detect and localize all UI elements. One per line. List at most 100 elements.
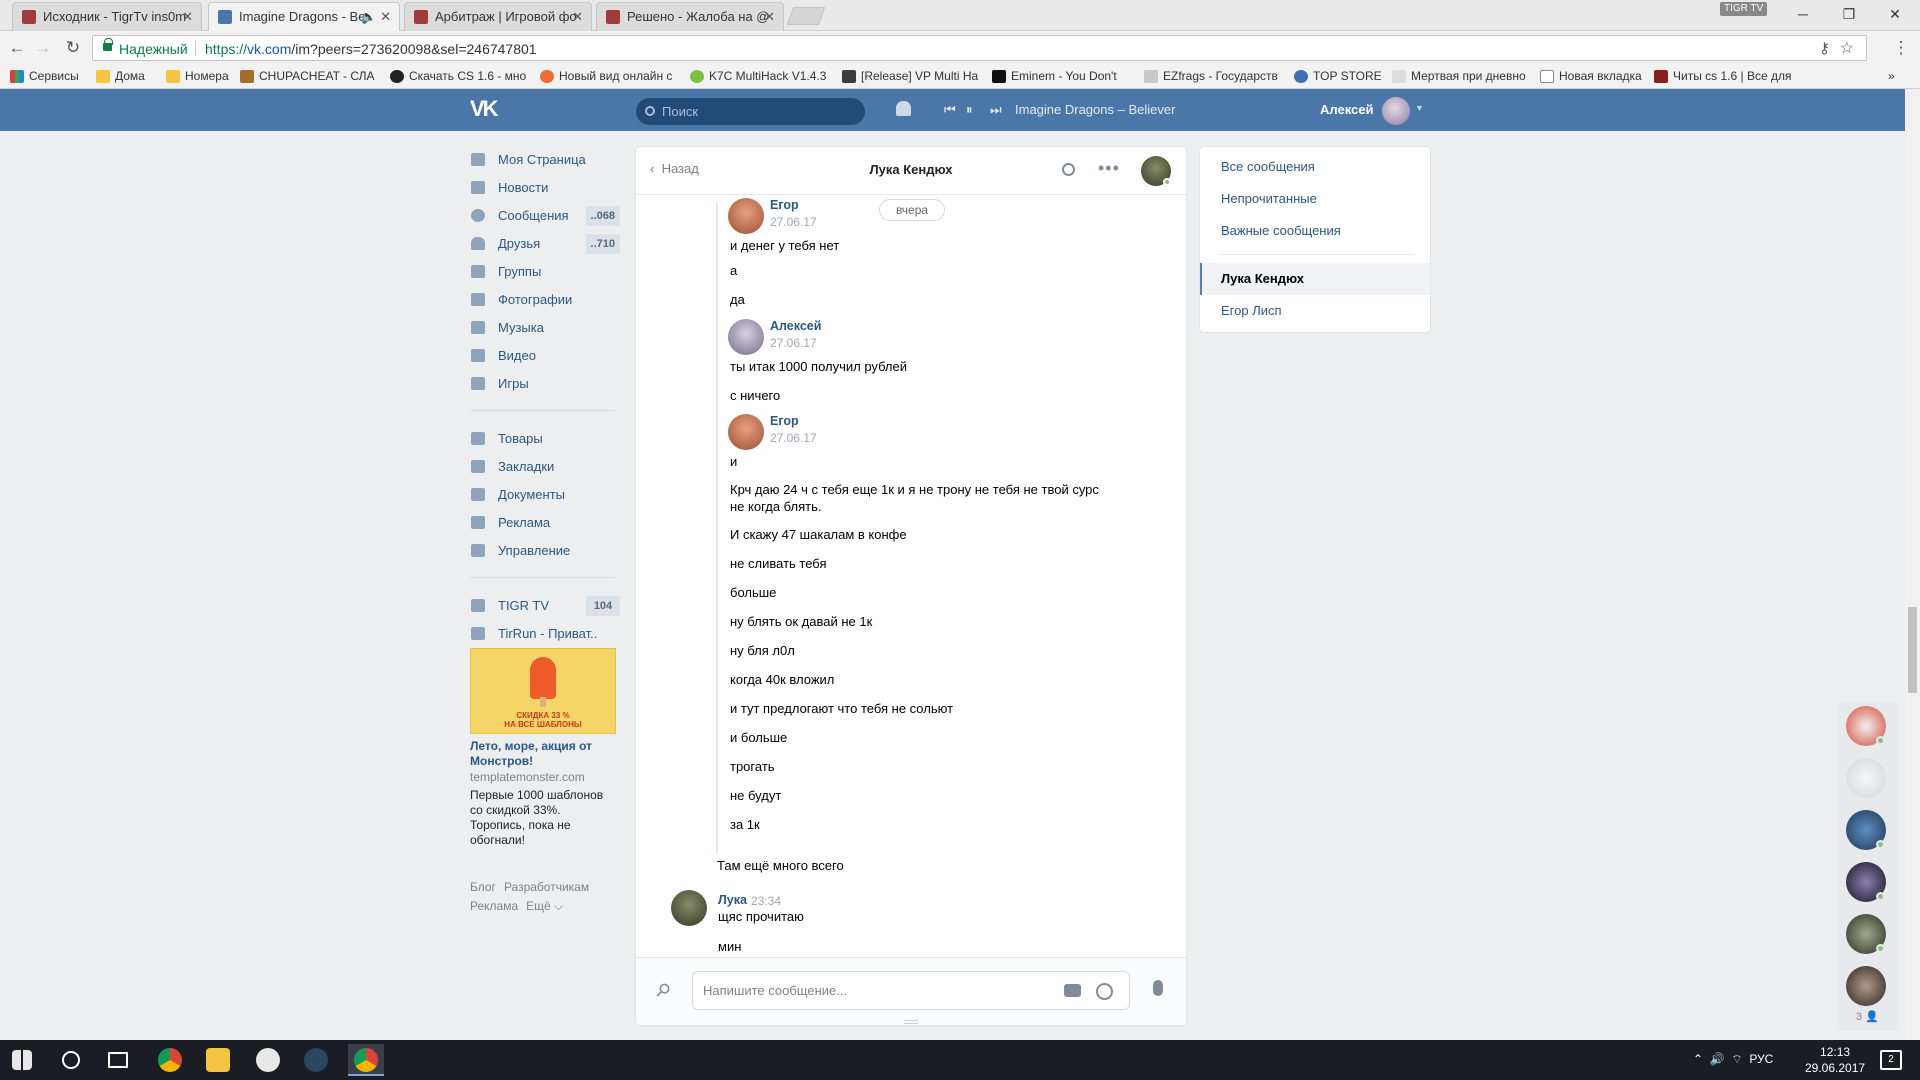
message-history[interactable]: Егор 27.06.17 вчера и денег у тебя нет а… (636, 195, 1186, 957)
bookmark[interactable]: Eminem - You Don't (992, 69, 1126, 83)
online-count[interactable]: 3 👤 (1856, 1010, 1879, 1023)
next-track-icon[interactable]: ⏭ (990, 102, 1002, 118)
wifi-icon[interactable]: ⌔ (1731, 1052, 1742, 1066)
bookmark[interactable]: TOP STORE (1294, 69, 1394, 83)
more-bookmarks-icon[interactable]: » (1888, 69, 1908, 83)
close-tab-icon[interactable]: ✕ (182, 3, 193, 30)
browser-tab[interactable]: Исходник - TigrTv ins0m ✕ (12, 2, 202, 31)
itunes-icon[interactable] (256, 1048, 280, 1072)
chrome-icon[interactable] (158, 1048, 182, 1072)
forward-arrow-icon[interactable]: → (32, 37, 54, 59)
footer-link-ads[interactable]: Реклама (470, 899, 518, 913)
bookmark[interactable]: Новый вид онлайн с (540, 69, 678, 83)
input-language[interactable]: РУС (1749, 1052, 1773, 1066)
browser-tab[interactable]: Решено - Жалоба на @ ✕ (596, 2, 784, 31)
menu-dots-icon[interactable]: ⋮ (1890, 37, 1912, 59)
nav-item-market[interactable]: Товары (470, 429, 620, 457)
minimize-button[interactable]: ─ (1780, 0, 1826, 30)
camera-icon[interactable] (1064, 984, 1081, 997)
nav-item-manage[interactable]: Управление (470, 541, 620, 569)
sender-avatar[interactable] (728, 198, 764, 234)
task-view-icon[interactable] (108, 1052, 128, 1068)
restore-button[interactable]: ❐ (1826, 0, 1872, 30)
dialog-item[interactable]: Егор Лисп (1200, 295, 1430, 327)
search-input[interactable] (662, 98, 862, 125)
bookmark[interactable]: Номера (166, 69, 238, 83)
scrollbar-thumb[interactable] (1908, 607, 1917, 693)
footer-link-developers[interactable]: Разработчикам (504, 880, 589, 894)
nav-item-games[interactable]: Игры (470, 374, 620, 402)
vk-logo[interactable]: VK (470, 98, 503, 120)
friend-avatar[interactable] (1846, 758, 1886, 798)
search-box[interactable] (636, 98, 865, 125)
nav-item-community[interactable]: TIGR TV 104 (470, 596, 620, 624)
microphone-icon[interactable] (1153, 980, 1163, 996)
emoji-icon[interactable] (1096, 983, 1113, 1000)
close-tab-icon[interactable]: ✕ (572, 3, 583, 30)
sender-avatar[interactable] (728, 319, 764, 355)
close-window-button[interactable]: ✕ (1872, 0, 1918, 30)
sender-avatar[interactable] (671, 890, 707, 926)
close-tab-icon[interactable]: ✕ (764, 3, 775, 30)
back-arrow-icon[interactable]: ← (6, 37, 28, 59)
sender-name[interactable]: Егор (770, 198, 799, 212)
user-avatar[interactable] (1382, 97, 1410, 125)
key-icon[interactable]: ⚷ (1819, 39, 1830, 57)
volume-icon[interactable]: 🔊 (1710, 1052, 1725, 1066)
friend-avatar[interactable] (1846, 966, 1886, 1006)
nav-item-messages[interactable]: Сообщения ..068 (470, 206, 620, 234)
nav-item-video[interactable]: Видео (470, 346, 620, 374)
nav-item-my-page[interactable]: Моя Страница (470, 150, 620, 178)
profile-badge[interactable]: TIGR TV (1720, 2, 1768, 16)
chevron-down-icon[interactable]: ▼ (1415, 103, 1424, 113)
nav-item-photos[interactable]: Фотографии (470, 290, 620, 318)
bookmark[interactable]: EZfrags - Государств (1144, 69, 1282, 83)
audio-playing-icon[interactable]: 🔈 (361, 3, 377, 30)
bookmark[interactable]: CHUPACHEAT - СЛА (240, 69, 378, 83)
message-input[interactable] (703, 972, 1043, 1009)
address-bar[interactable]: Надежный https://vk.com/im?peers=2736200… (92, 35, 1867, 61)
pause-icon[interactable]: ⏸ (966, 102, 973, 118)
nav-item-documents[interactable]: Документы (470, 485, 620, 513)
sender-avatar[interactable] (728, 414, 764, 450)
search-icon[interactable] (1062, 163, 1075, 176)
steam-icon[interactable] (304, 1048, 328, 1072)
close-tab-icon[interactable]: ✕ (380, 3, 391, 30)
bookmark[interactable]: K7C MultiHack V1.4.3 (690, 69, 828, 83)
bookmark[interactable]: Мертвая при дневно (1392, 69, 1526, 83)
clock[interactable]: 12:13 29.06.2017 (1805, 1044, 1865, 1076)
browser-tab[interactable]: Арбитраж | Игровой фо ✕ (404, 2, 592, 31)
previous-track-icon[interactable]: ⏮ (944, 102, 956, 118)
url-text[interactable]: https://vk.com/im?peers=273620098&sel=24… (205, 41, 537, 57)
more-dots-icon[interactable]: ••• (1098, 158, 1120, 179)
paperclip-icon[interactable]: ⚲ (651, 978, 674, 1002)
nav-item-bookmarks[interactable]: Закладки (470, 457, 620, 485)
browser-tab-active[interactable]: Imagine Dragons - Be 🔈 ✕ (208, 2, 400, 32)
footer-link-blog[interactable]: Блог (470, 880, 496, 894)
reload-icon[interactable]: ↻ (62, 37, 84, 59)
bookmark[interactable]: Новая вкладка (1540, 69, 1646, 83)
filter-important[interactable]: Важные сообщения (1200, 215, 1430, 247)
system-tray[interactable]: ⌃ 🔊 ⌔ РУС (1693, 1052, 1773, 1067)
nav-item-news[interactable]: Новости (470, 178, 620, 206)
bookmark-apps[interactable]: Сервисы (10, 69, 90, 83)
star-bookmark-icon[interactable]: ☆ (1840, 38, 1854, 58)
user-name[interactable]: Алексей (1320, 102, 1374, 117)
nav-item-music[interactable]: Музыка (470, 318, 620, 346)
new-tab-button[interactable] (786, 7, 826, 25)
nav-item-friends[interactable]: Друзья ..710 (470, 234, 620, 262)
file-explorer-icon[interactable] (206, 1048, 230, 1072)
sender-name[interactable]: Лука (718, 893, 747, 907)
bookmark[interactable]: Читы cs 1.6 | Все для (1654, 69, 1792, 83)
chevron-up-icon[interactable]: ⌃ (1693, 1052, 1703, 1066)
sender-name[interactable]: Егор (770, 414, 799, 428)
windows-start-icon[interactable] (12, 1050, 32, 1070)
filter-all-messages[interactable]: Все сообщения (1200, 151, 1430, 183)
player-track-title[interactable]: Imagine Dragons – Believer (1015, 102, 1175, 117)
message-input-wrapper[interactable] (692, 971, 1130, 1010)
nav-item-groups[interactable]: Группы (470, 262, 620, 290)
resize-handle[interactable] (904, 1020, 918, 1024)
bookmark[interactable]: Скачать CS 1.6 - мно (390, 69, 526, 83)
ad-title[interactable]: Лето, море, акция от Монстров! (470, 739, 616, 769)
bell-icon[interactable] (896, 101, 911, 116)
